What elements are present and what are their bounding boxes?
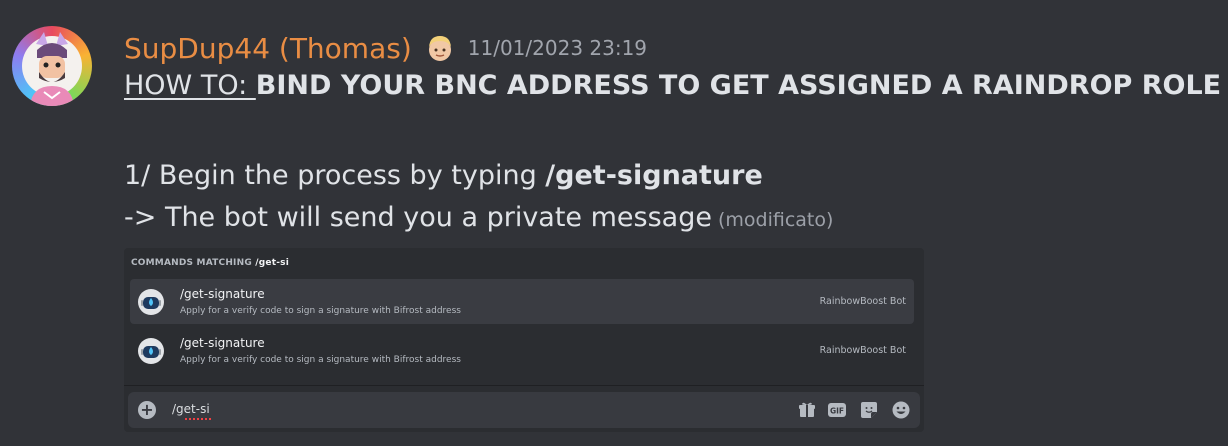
- command-name: /get-signature: [180, 287, 265, 301]
- plus-icon[interactable]: +: [138, 401, 156, 419]
- command-name: /get-signature: [180, 336, 265, 350]
- command-description: Apply for a verify code to sign a signat…: [180, 355, 461, 365]
- commands-query: /get-si: [255, 258, 289, 268]
- message-line-step-1: 1/ Begin the process by typing /get-sign…: [124, 160, 763, 191]
- message-timestamp: 11/01/2023 23:19: [467, 36, 648, 60]
- message-line-step-2: -> The bot will send you a private messa…: [124, 202, 833, 233]
- gift-icon[interactable]: [798, 401, 816, 419]
- gif-icon[interactable]: GIF: [828, 401, 846, 419]
- attached-screenshot[interactable]: COMMANDS MATCHING /get-si /get-signature…: [124, 248, 924, 432]
- emoji-icon[interactable]: [892, 401, 910, 419]
- command-name-bold: /get-signature: [545, 160, 763, 191]
- person-blond-hair-emoji: [424, 32, 456, 64]
- spellcheck-underline: [185, 418, 211, 420]
- message-input[interactable]: [172, 402, 472, 416]
- edited-label: (modificato): [717, 209, 834, 231]
- command-option[interactable]: /get-signature Apply for a verify code t…: [130, 328, 914, 373]
- rainbowboost-bot-avatar-icon: [138, 289, 164, 315]
- command-app-name: RainbowBoost Bot: [819, 296, 906, 307]
- message-line-heading: HOW TO: BIND YOUR BNC ADDRESS TO GET ASS…: [124, 70, 1221, 101]
- command-option[interactable]: /get-signature Apply for a verify code t…: [130, 279, 914, 324]
- step-2-text: -> The bot will send you a private messa…: [124, 202, 712, 233]
- message-author-name[interactable]: SupDup44 (Thomas): [124, 32, 412, 65]
- sticker-icon[interactable]: [860, 401, 878, 419]
- commands-title-label: COMMANDS MATCHING: [131, 258, 256, 268]
- rainbowboost-bot-avatar-icon: [138, 338, 164, 364]
- heading-bold-text: BIND YOUR BNC ADDRESS TO GET ASSIGNED A …: [255, 70, 1222, 101]
- step-1-text: 1/ Begin the process by typing: [124, 160, 546, 191]
- commands-section-title: COMMANDS MATCHING /get-si: [131, 258, 289, 268]
- divider: [124, 385, 924, 386]
- message-input-bar[interactable]: + GIF: [128, 392, 920, 428]
- svg-text:GIF: GIF: [830, 407, 844, 416]
- user-avatar[interactable]: [12, 26, 92, 106]
- how-to-prefix: HOW TO:: [124, 70, 256, 101]
- command-description: Apply for a verify code to sign a signat…: [180, 306, 461, 316]
- command-app-name: RainbowBoost Bot: [819, 345, 906, 356]
